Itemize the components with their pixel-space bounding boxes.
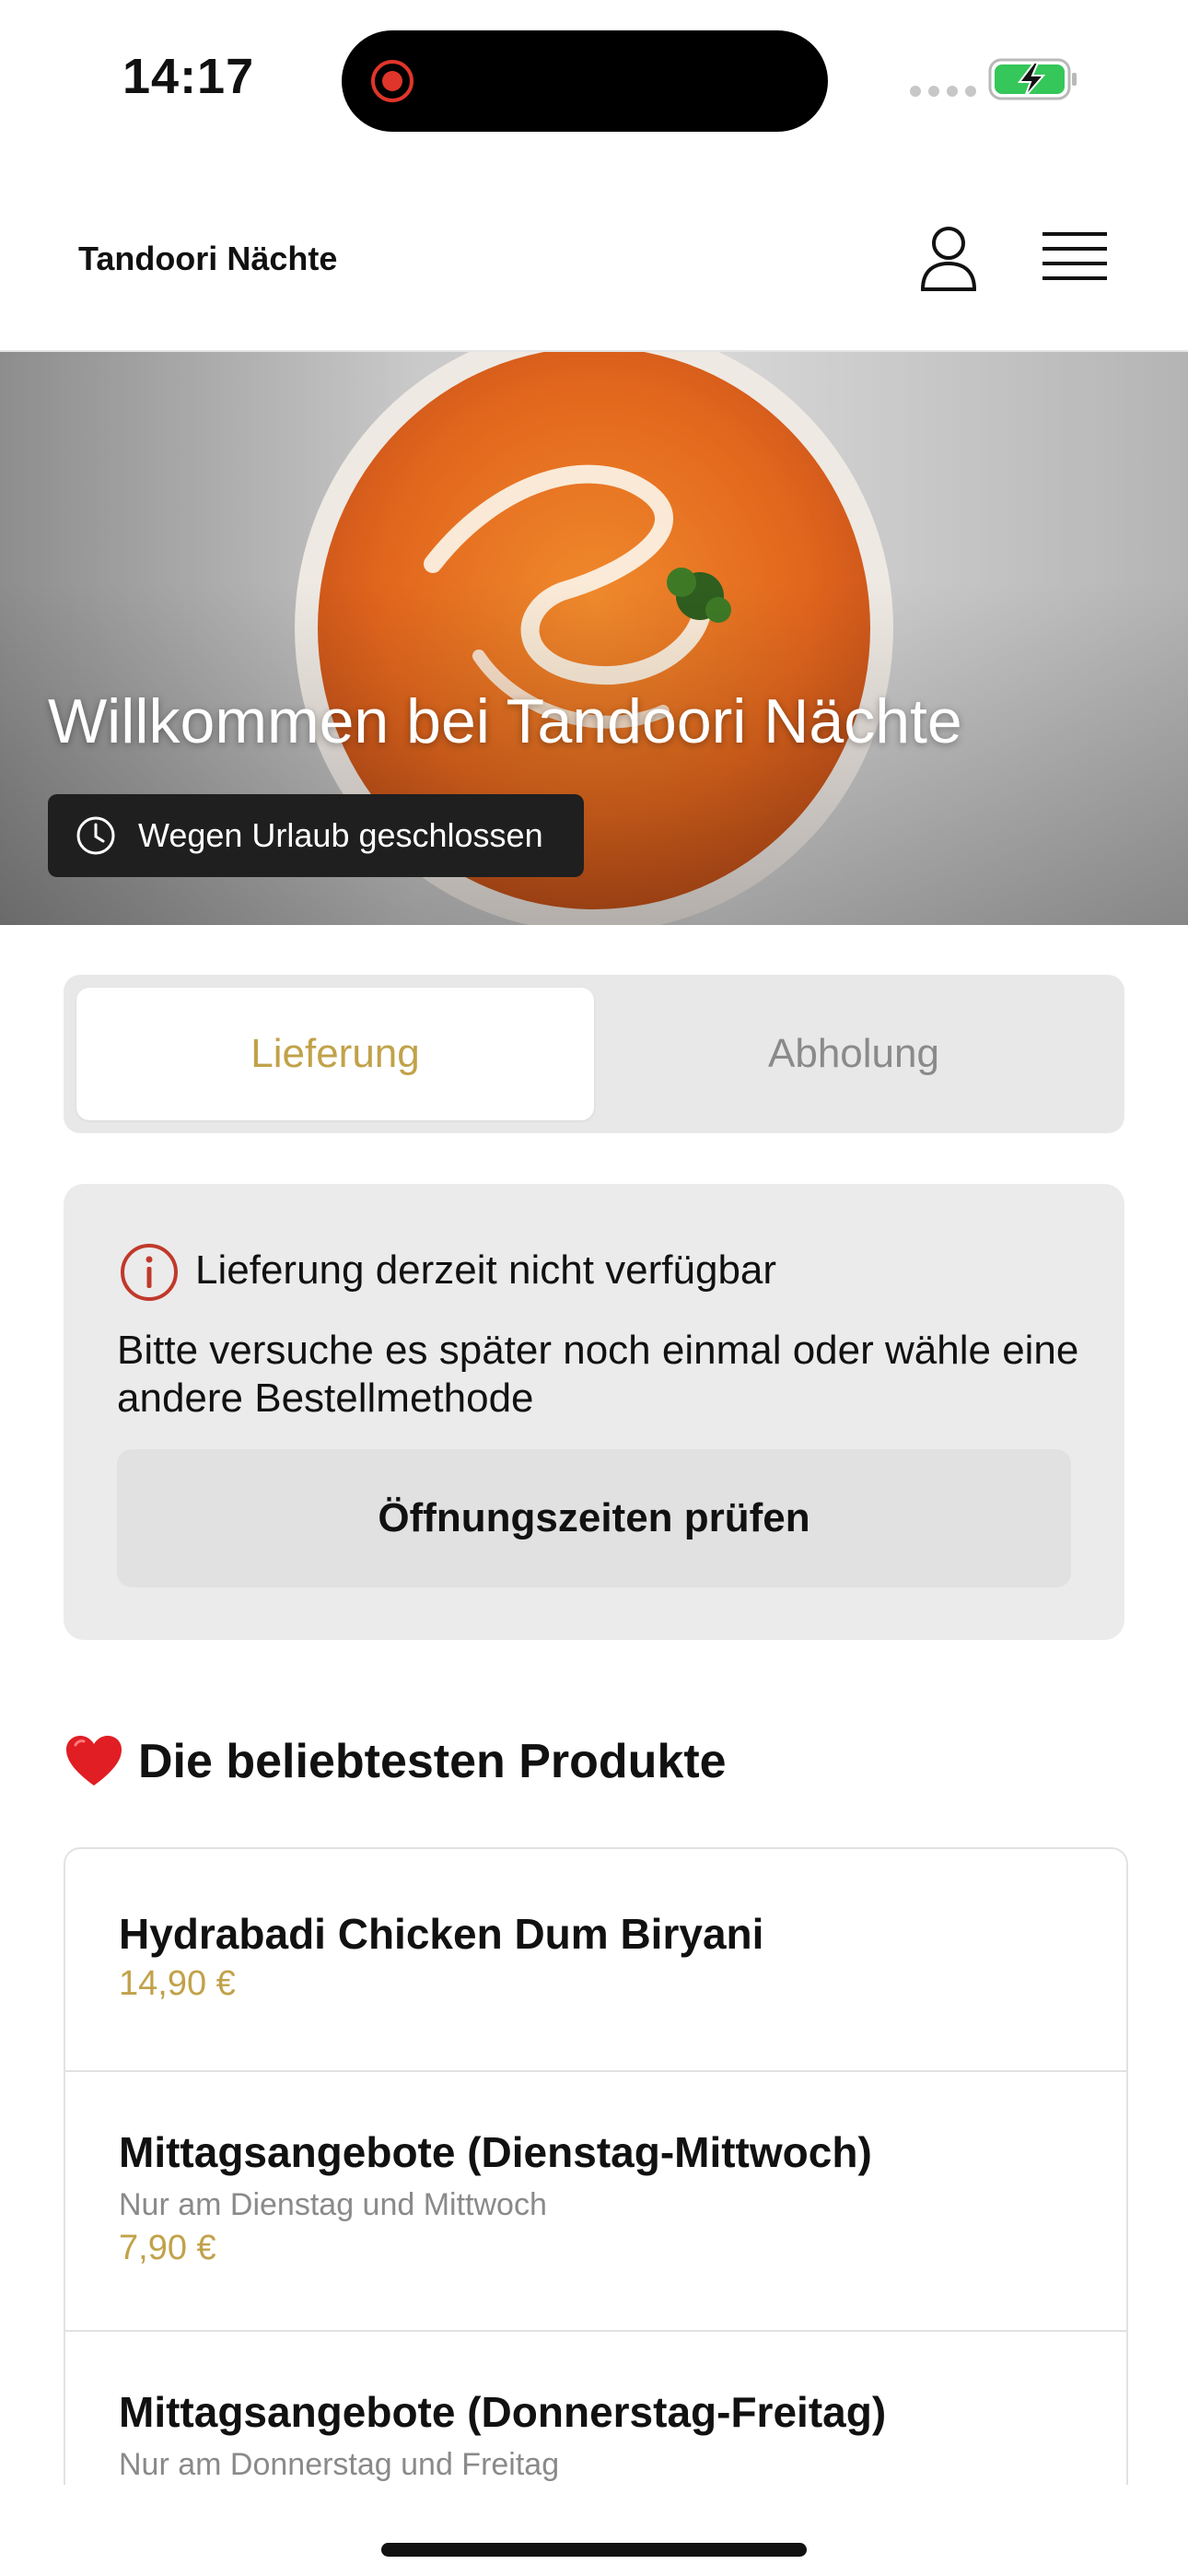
hero-title: Willkommen bei Tandoori Nächte	[48, 686, 962, 756]
product-note: Nur am Donnerstag und Freitag	[119, 2447, 560, 2482]
profile-icon[interactable]	[912, 221, 985, 295]
tab-delivery[interactable]: Lieferung	[76, 988, 594, 1120]
status-badge-label: Wegen Urlaub geschlossen	[138, 816, 543, 854]
list-item[interactable]: Hydrabadi Chicken Dum Biryani 14,90 €	[65, 1849, 1126, 2072]
product-name: Mittagsangebote (Donnerstag-Freitag)	[119, 2388, 887, 2436]
product-list: Hydrabadi Chicken Dum Biryani 14,90 € Mi…	[64, 1847, 1128, 2485]
product-price: 14,90 €	[119, 1964, 236, 2003]
product-name: Hydrabadi Chicken Dum Biryani	[119, 1910, 764, 1958]
delivery-unavailable-notice: Lieferung derzeit nicht verfügbar Bitte …	[64, 1184, 1124, 1640]
notice-text: Bitte versuche es später noch einmal ode…	[117, 1328, 1079, 1421]
tab-pickup[interactable]: Abholung	[595, 988, 1112, 1120]
status-bar: 14:17	[0, 0, 1188, 157]
status-badge: Wegen Urlaub geschlossen	[48, 794, 584, 877]
product-note: Nur am Dienstag und Mittwoch	[119, 2187, 547, 2222]
app-header: Tandoori Nächte	[0, 175, 1188, 352]
info-icon	[121, 1244, 178, 1301]
clock-icon	[76, 816, 115, 855]
heart-icon	[66, 1736, 122, 1786]
brand-name[interactable]: Tandoori Nächte	[78, 240, 337, 278]
list-item[interactable]: Mittagsangebote (Dienstag-Mittwoch) Nur …	[65, 2072, 1126, 2332]
check-hours-button[interactable]: Öffnungszeiten prüfen	[117, 1449, 1071, 1587]
notice-title: Lieferung derzeit nicht verfügbar	[195, 1247, 777, 1293]
product-price: 7,90 €	[119, 2229, 216, 2267]
product-name: Mittagsangebote (Dienstag-Mittwoch)	[119, 2128, 872, 2176]
dynamic-island	[342, 30, 828, 132]
battery-charging-icon	[988, 58, 1077, 100]
signal-icon	[910, 86, 976, 97]
section-title: Die beliebtesten Produkte	[64, 1734, 727, 1789]
home-indicator[interactable]	[381, 2543, 807, 2557]
status-time: 14:17	[122, 49, 255, 104]
section-title-label: Die beliebtesten Produkte	[138, 1735, 727, 1788]
order-mode-toggle: Lieferung Abholung	[64, 975, 1124, 1133]
list-item[interactable]: Mittagsangebote (Donnerstag-Freitag) Nur…	[65, 2332, 1126, 2485]
menu-icon[interactable]	[1039, 225, 1111, 291]
recording-icon	[371, 60, 413, 102]
hero-banner: Willkommen bei Tandoori Nächte Wegen Url…	[0, 352, 1188, 925]
